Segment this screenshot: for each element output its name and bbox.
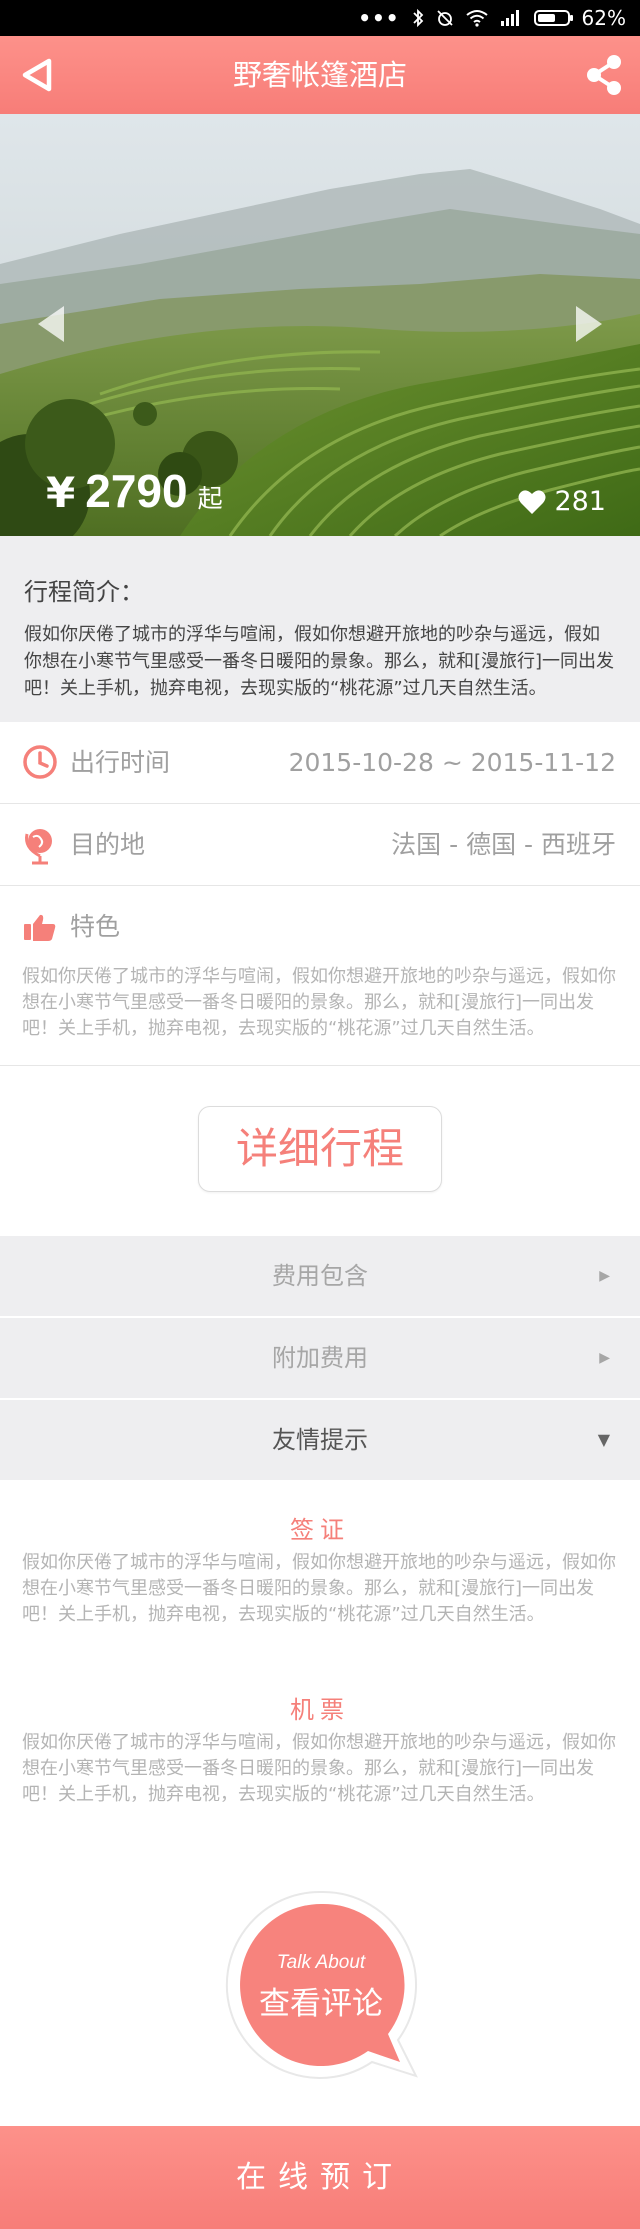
view-comments-label: 查看评论: [259, 1986, 383, 2022]
signal-icon: [500, 10, 519, 26]
thumbs-up-icon: [24, 914, 56, 941]
visa-title: 签证: [290, 1516, 350, 1544]
view-comments-button[interactable]: Talk About 查看评论: [222, 1886, 420, 2082]
currency-symbol: ¥: [46, 468, 76, 517]
departure-time-label: 出行时间: [70, 748, 171, 777]
intro-heading: 行程简介：: [24, 578, 144, 606]
destination-value: 法国 - 德国 - 西班牙: [391, 830, 616, 859]
feature-text: 假如你厌倦了城市的浮华与喧闹，假如你想避开旅地的吵杂与遥远，假如你想在小寒节气里…: [22, 966, 616, 1039]
price-value: 2790: [85, 465, 188, 517]
air-ticket-title: 机票: [290, 1696, 350, 1724]
air-ticket-text: 假如你厌倦了城市的浮华与喧闹，假如你想避开旅地的吵杂与遥远，假如你想在小寒节气里…: [22, 1732, 616, 1805]
intro-text: 假如你厌倦了城市的浮华与喧闹，假如你想避开旅地的吵杂与遥远，假如你想在小寒节气里…: [24, 624, 615, 699]
price-suffix: 起: [197, 484, 223, 513]
destination-row: 目的地 法国 - 德国 - 西班牙: [0, 804, 640, 886]
fee-included-label: 费用包含: [272, 1262, 368, 1290]
extra-fee-toggle[interactable]: 附加费用 ▶: [0, 1318, 640, 1398]
chevron-down-icon: ▼: [597, 1430, 610, 1449]
wifi-icon: [465, 10, 488, 27]
hero-banner[interactable]: ¥ 2790 起 281: [0, 114, 640, 536]
like-count: 281: [554, 486, 606, 517]
book-online-button[interactable]: 在线预订: [0, 2126, 640, 2229]
chevron-right-icon: ▶: [599, 1268, 610, 1284]
destination-label: 目的地: [70, 830, 146, 859]
talk-about-label: Talk About: [276, 1952, 366, 1973]
clock-icon: [23, 745, 57, 779]
detail-itinerary-button[interactable]: 详细行程: [198, 1106, 442, 1192]
battery-percent: 62%: [581, 6, 626, 30]
departure-time-row: 出行时间 2015-10-28 ~ 2015-11-12: [0, 722, 640, 804]
extra-fee-label: 附加费用: [272, 1344, 368, 1372]
friendly-tips-toggle[interactable]: 友情提示 ▼: [0, 1400, 640, 1480]
prev-slide-icon[interactable]: [34, 302, 66, 346]
itinerary-intro: 行程简介： 假如你厌倦了城市的浮华与喧闹，假如你想避开旅地的吵杂与遥远，假如你想…: [0, 536, 640, 722]
departure-time-value: 2015-10-28 ~ 2015-11-12: [288, 748, 616, 777]
feature-section: 特色 假如你厌倦了城市的浮华与喧闹，假如你想避开旅地的吵杂与遥远，假如你想在小寒…: [0, 886, 640, 1066]
globe-icon: [25, 829, 52, 865]
feature-label: 特色: [70, 912, 121, 941]
battery-icon: [533, 10, 573, 26]
visa-text: 假如你厌倦了城市的浮华与喧闹，假如你想避开旅地的吵杂与遥远，假如你想在小寒节气里…: [22, 1552, 616, 1625]
like-counter[interactable]: 281: [518, 486, 606, 517]
notification-dots: •••: [358, 6, 400, 30]
share-icon[interactable]: [584, 53, 624, 97]
bluetooth-icon: [412, 8, 423, 28]
page-title: 野奢帐篷酒店: [232, 58, 407, 92]
alarm-off-icon: [436, 10, 453, 26]
status-bar: ••• 62%: [0, 0, 640, 36]
heart-icon[interactable]: [518, 489, 546, 515]
fee-included-toggle[interactable]: 费用包含 ▶: [0, 1236, 640, 1316]
navbar: 野奢帐篷酒店: [0, 36, 640, 114]
next-slide-icon[interactable]: [574, 302, 606, 346]
friendly-tips-label: 友情提示: [272, 1426, 368, 1454]
price-tag: ¥ 2790 起: [46, 464, 223, 518]
chevron-right-icon: ▶: [599, 1350, 610, 1366]
